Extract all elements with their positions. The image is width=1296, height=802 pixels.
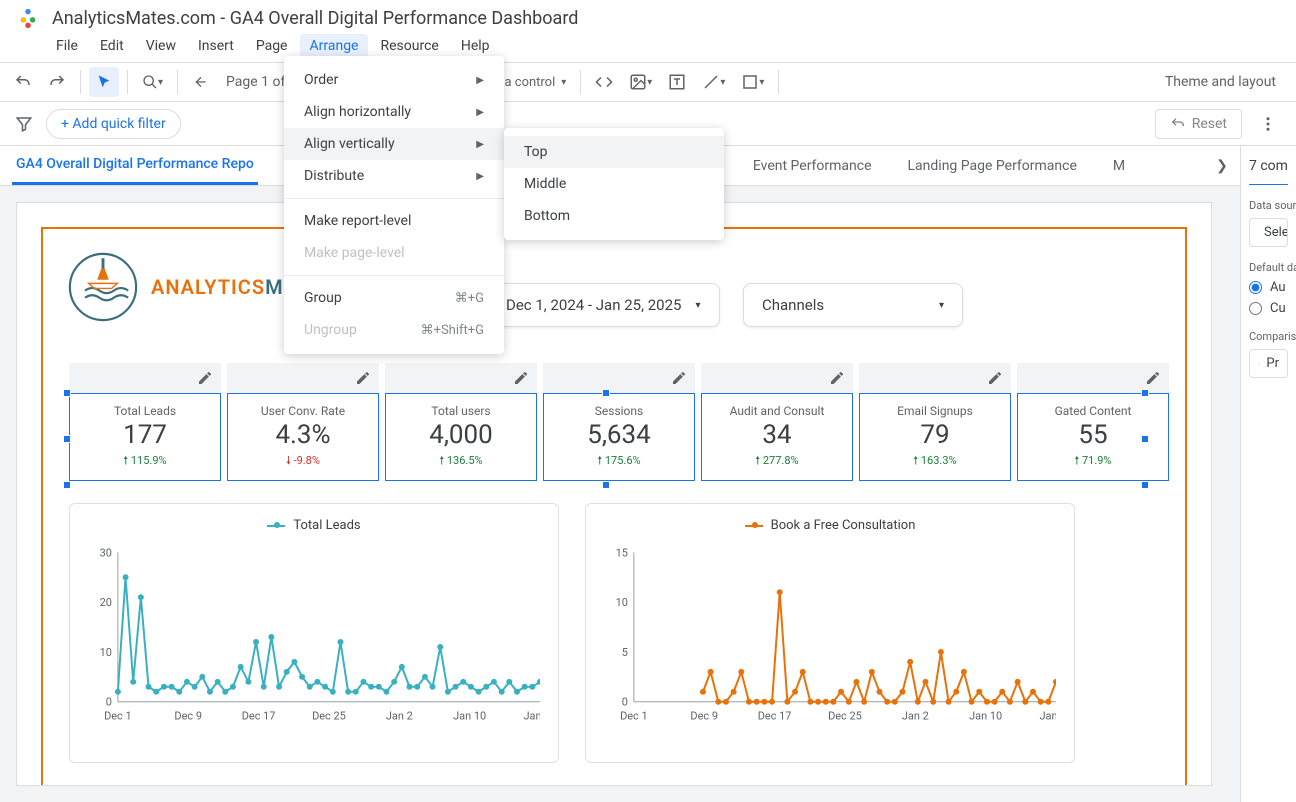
svg-text:0: 0 <box>106 696 112 709</box>
scorecard[interactable]: Email Signups 79 🠕 163.3% <box>859 393 1011 481</box>
tab-item[interactable]: M <box>1109 148 1129 184</box>
scorecard-edit[interactable] <box>859 363 1011 393</box>
menu-insert[interactable]: Insert <box>188 34 244 58</box>
submenu-item-top[interactable]: Top <box>504 136 724 168</box>
menubar: FileEditViewInsertPageArrangeResourceHel… <box>0 32 1296 62</box>
date-range-control[interactable]: Dec 1, 2024 - Jan 25, 2025▾ <box>487 283 720 327</box>
submenu-item-middle[interactable]: Middle <box>504 168 724 200</box>
comparison-label: Compariso <box>1249 330 1288 343</box>
pointer-tool[interactable] <box>89 67 119 97</box>
menu-item-make-page-level: Make page-level <box>284 237 504 269</box>
data-source-select[interactable]: Sele <box>1249 218 1288 247</box>
svg-text:Dec 17: Dec 17 <box>242 710 276 723</box>
page-indicator: Page 1 of <box>220 74 291 90</box>
properties-panel: 7 com Data sourc Sele Default da Au Cu C… <box>1240 146 1296 802</box>
theme-layout-button[interactable]: Theme and layout <box>1153 67 1288 97</box>
svg-text:Jan 18: Jan 18 <box>1039 710 1056 723</box>
line-chart[interactable]: Book a Free Consultation 0 5 10 15 Dec 1 Dec … <box>585 503 1075 763</box>
menu-help[interactable]: Help <box>451 34 500 58</box>
default-date-label: Default da <box>1249 261 1288 274</box>
report-page: ANALYTICSMATES Dec 1, 2024 - Jan 25, 202… <box>16 202 1212 786</box>
reset-button[interactable]: Reset <box>1155 109 1242 139</box>
svg-text:Dec 17: Dec 17 <box>758 710 792 723</box>
menu-view[interactable]: View <box>136 34 186 58</box>
scorecard-edit[interactable] <box>1017 363 1169 393</box>
svg-text:Jan 10: Jan 10 <box>969 710 1002 723</box>
svg-text:Dec 1: Dec 1 <box>620 710 648 723</box>
url-embed-button[interactable] <box>589 67 619 97</box>
scorecard-edit[interactable] <box>701 363 853 393</box>
svg-text:Jan 10: Jan 10 <box>453 710 486 723</box>
submenu-item-bottom[interactable]: Bottom <box>504 200 724 232</box>
image-button[interactable]: ▾ <box>623 67 658 97</box>
zoom-button[interactable]: ▾ <box>136 67 169 97</box>
menu-page[interactable]: Page <box>246 34 298 58</box>
add-quick-filter-button[interactable]: + Add quick filter <box>46 109 181 139</box>
align-vertically-submenu[interactable]: TopMiddleBottom <box>504 128 724 240</box>
menu-item-group[interactable]: Group⌘+G <box>284 282 504 314</box>
text-button[interactable] <box>662 67 692 97</box>
menu-arrange[interactable]: Arrange <box>300 34 369 58</box>
menu-item-order[interactable]: Order▶ <box>284 64 504 96</box>
svg-text:10: 10 <box>100 646 112 659</box>
scorecard-edit[interactable] <box>227 363 379 393</box>
svg-text:30: 30 <box>100 546 112 559</box>
data-source-label: Data sourc <box>1249 199 1288 212</box>
line-chart[interactable]: Total Leads 0 10 20 30 Dec 1 Dec 9 Dec 17 Dec 2… <box>69 503 559 763</box>
svg-text:Dec 1: Dec 1 <box>104 710 132 723</box>
report-canvas[interactable]: ANALYTICSMATES Dec 1, 2024 - Jan 25, 202… <box>0 186 1240 802</box>
svg-text:Dec 25: Dec 25 <box>828 710 862 723</box>
page-prev-button[interactable] <box>186 67 216 97</box>
scorecard[interactable]: User Conv. Rate 4.3% 🠗 -9.8% <box>227 393 379 481</box>
svg-text:15: 15 <box>616 546 628 559</box>
svg-text:Jan 2: Jan 2 <box>902 710 929 723</box>
redo-button[interactable] <box>42 67 72 97</box>
looker-studio-icon <box>16 6 40 30</box>
svg-text:Dec 9: Dec 9 <box>174 710 202 723</box>
panel-title: 7 com <box>1249 158 1288 174</box>
arrange-menu[interactable]: Order▶Align horizontally▶Align verticall… <box>284 56 504 354</box>
comparison-button[interactable]: Pr <box>1249 349 1288 378</box>
scorecard[interactable]: Audit and Consult 34 🠕 277.8% <box>701 393 853 481</box>
chart-legend: Book a Free Consultation <box>604 518 1056 533</box>
scorecard[interactable]: Gated Content 55 🠕 71.9% <box>1017 393 1169 481</box>
scorecard[interactable]: Total users 4,000 🠕 136.5% <box>385 393 537 481</box>
tab-item[interactable]: Landing Page Performance <box>904 148 1081 184</box>
svg-text:Jan 18: Jan 18 <box>523 710 540 723</box>
custom-radio[interactable]: Cu <box>1249 301 1288 316</box>
svg-text:Dec 9: Dec 9 <box>690 710 718 723</box>
auto-radio[interactable]: Au <box>1249 280 1288 295</box>
menu-item-align-vertically[interactable]: Align vertically▶ <box>284 128 504 160</box>
scorecard[interactable]: Total Leads 177 🠕 115.9% <box>69 393 221 481</box>
channels-control[interactable]: Channels▾ <box>743 283 963 327</box>
menu-item-align-horizontally[interactable]: Align horizontally▶ <box>284 96 504 128</box>
undo-button[interactable] <box>8 67 38 97</box>
scorecard[interactable]: Sessions 5,634 🠕 175.6% <box>543 393 695 481</box>
chart-legend: Total Leads <box>88 518 540 533</box>
svg-text:20: 20 <box>100 596 112 609</box>
menu-edit[interactable]: Edit <box>90 34 134 58</box>
scorecard-edit[interactable] <box>385 363 537 393</box>
svg-text:0: 0 <box>622 696 628 709</box>
menu-file[interactable]: File <box>46 34 88 58</box>
menu-item-distribute[interactable]: Distribute▶ <box>284 160 504 192</box>
tab-item[interactable]: GA4 Overall Digital Performance Repo <box>12 146 258 185</box>
svg-text:Jan 2: Jan 2 <box>386 710 413 723</box>
svg-text:Dec 25: Dec 25 <box>312 710 346 723</box>
menu-resource[interactable]: Resource <box>370 34 448 58</box>
scorecard-edit[interactable] <box>543 363 695 393</box>
toolbar: ▾ Page 1 of dd a chart▾ ▾ Add a control … <box>0 62 1296 102</box>
scorecard-edit[interactable] <box>69 363 221 393</box>
line-button[interactable]: ▾ <box>696 67 731 97</box>
menu-item-make-report-level[interactable]: Make report-level <box>284 205 504 237</box>
svg-text:10: 10 <box>616 596 628 609</box>
tabs-scroll-right[interactable]: ❯ <box>1210 154 1234 178</box>
more-options-button[interactable] <box>1252 108 1284 140</box>
menu-item-ungroup: Ungroup⌘+Shift+G <box>284 314 504 346</box>
funnel-icon <box>12 115 36 133</box>
tab-item[interactable]: Event Performance <box>749 148 876 184</box>
shape-button[interactable]: ▾ <box>735 67 770 97</box>
page-title: AnalyticsMates.com - GA4 Overall Digital… <box>52 8 578 29</box>
svg-text:5: 5 <box>622 646 628 659</box>
